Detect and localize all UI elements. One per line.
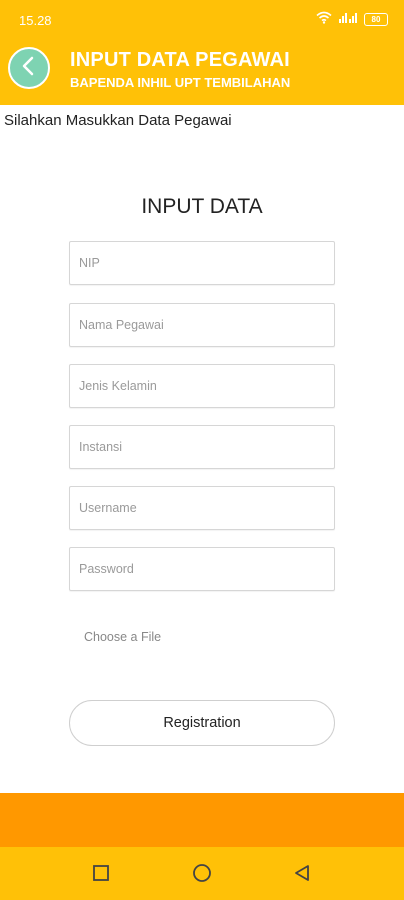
password-field[interactable] bbox=[69, 547, 335, 591]
status-icons: 80 bbox=[316, 11, 388, 27]
jenis-kelamin-field[interactable] bbox=[69, 364, 335, 408]
instruction-text: Silahkan Masukkan Data Pegawai bbox=[4, 112, 232, 129]
instansi-field[interactable] bbox=[69, 425, 335, 469]
status-time: 15.28 bbox=[19, 13, 52, 28]
registration-button[interactable]: Registration bbox=[69, 700, 335, 746]
app-header: 15.28 80 INPUT DATA PEGAWAI BAPENDA INHI… bbox=[0, 0, 404, 105]
wifi-icon bbox=[316, 11, 332, 27]
nama-pegawai-field[interactable] bbox=[69, 303, 335, 347]
form-heading: INPUT DATA bbox=[141, 195, 263, 218]
battery-icon: 80 bbox=[364, 12, 388, 26]
home-icon[interactable] bbox=[192, 864, 212, 889]
status-bar: 15.28 80 bbox=[0, 0, 404, 40]
username-input[interactable] bbox=[70, 487, 334, 529]
page-title: INPUT DATA PEGAWAI bbox=[70, 49, 290, 71]
nip-input[interactable] bbox=[70, 242, 334, 284]
system-nav-bar bbox=[0, 847, 404, 900]
page-subtitle: BAPENDA INHIL UPT TEMBILAHAN bbox=[70, 75, 291, 90]
back-button[interactable] bbox=[8, 47, 50, 89]
recent-apps-icon[interactable] bbox=[92, 864, 110, 887]
back-icon[interactable] bbox=[293, 864, 311, 887]
choose-file-button[interactable]: Choose a File bbox=[84, 630, 161, 644]
chevron-left-icon bbox=[18, 55, 40, 82]
username-field[interactable] bbox=[69, 486, 335, 530]
jenis-kelamin-input[interactable] bbox=[70, 365, 334, 407]
nip-field[interactable] bbox=[69, 241, 335, 285]
signal-icon bbox=[338, 11, 358, 27]
bottom-band bbox=[0, 793, 404, 847]
password-input[interactable] bbox=[70, 548, 334, 590]
nama-pegawai-input[interactable] bbox=[70, 304, 334, 346]
instansi-input[interactable] bbox=[70, 426, 334, 468]
